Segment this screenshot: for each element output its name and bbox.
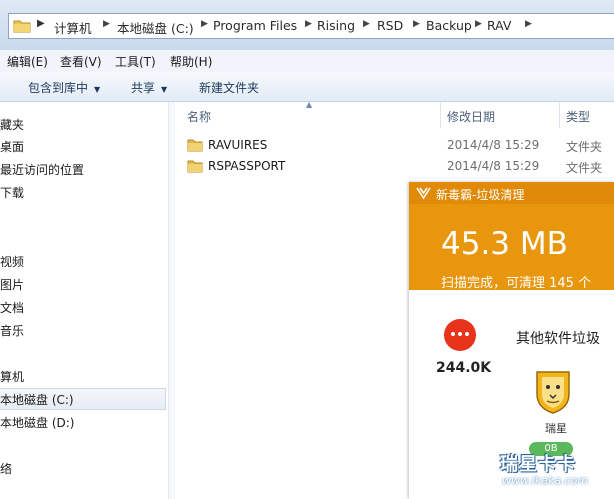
chevron-right-icon[interactable]: ▶	[37, 18, 45, 29]
chevron-right-icon[interactable]: ▶	[363, 19, 370, 29]
menu-edit[interactable]: 编辑(E)	[7, 53, 48, 70]
navigation-pane: 藏夹 桌面 最近访问的位置 下载 视频 图片 文档 音乐 算机 本地磁盘 (C:…	[0, 102, 168, 499]
nav-recent-places[interactable]: 最近访问的位置	[0, 161, 84, 178]
nav-documents[interactable]: 文档	[0, 299, 24, 316]
include-in-library-label: 包含到库中	[28, 81, 89, 95]
chevron-right-icon[interactable]: ▶	[475, 19, 482, 29]
nav-videos[interactable]: 视频	[0, 253, 24, 270]
nav-desktop[interactable]: 桌面	[0, 138, 24, 155]
breadcrumb-backup[interactable]: Backup	[426, 18, 472, 33]
junk-size: 45.3 MB	[441, 226, 568, 262]
chevron-right-icon[interactable]: ▶	[525, 19, 532, 29]
folder-icon	[187, 160, 203, 173]
menu-view[interactable]: 查看(V)	[60, 53, 102, 70]
file-type: 文件夹	[566, 161, 603, 175]
address-bar[interactable]: ▶ 计算机 ▶ 本地磁盘 (C:) ▶ Program Files ▶ Risi…	[8, 13, 614, 39]
file-row[interactable]: RAVUIRES 2014/4/8 15:29 文件夹	[175, 135, 614, 156]
file-type: 文件夹	[566, 140, 603, 154]
breadcrumb-rising[interactable]: Rising	[317, 18, 355, 33]
file-name: RAVUIRES	[208, 138, 268, 152]
folder-icon	[13, 20, 31, 33]
chevron-down-icon: ▼	[161, 85, 168, 94]
menu-tools[interactable]: 工具(T)	[115, 53, 156, 70]
nav-drive-d[interactable]: 本地磁盘 (D:)	[0, 414, 74, 431]
chevron-right-icon[interactable]: ▶	[413, 19, 420, 29]
share-button[interactable]: 共享 ▼	[131, 79, 167, 96]
column-divider[interactable]	[440, 102, 441, 128]
file-row[interactable]: RSPASSPORT 2014/4/8 15:29 文件夹	[175, 156, 614, 177]
menu-help[interactable]: 帮助(H)	[170, 53, 212, 70]
nav-music[interactable]: 音乐	[0, 322, 24, 339]
column-divider[interactable]	[559, 102, 560, 128]
more-icon[interactable]	[444, 319, 476, 351]
breadcrumb-program-files[interactable]: Program Files	[213, 18, 297, 33]
breadcrumb-rsd[interactable]: RSD	[377, 18, 403, 33]
breadcrumb-computer[interactable]: 计算机	[54, 18, 92, 37]
nav-drive-c[interactable]: 本地磁盘 (C:)	[0, 391, 74, 408]
chevron-right-icon[interactable]: ▶	[201, 19, 208, 29]
column-header-type[interactable]: 类型	[566, 108, 590, 125]
scan-status: 扫描完成，可清理 145 个	[441, 276, 592, 291]
new-folder-button[interactable]: 新建文件夹	[199, 79, 259, 96]
nav-downloads[interactable]: 下载	[0, 184, 24, 201]
file-name: RSPASSPORT	[208, 159, 286, 173]
watermark-url: www.ikaka.com	[502, 474, 589, 487]
command-bar: 包含到库中 ▼ 共享 ▼ 新建文件夹	[0, 72, 614, 102]
nav-favorites[interactable]: 藏夹	[0, 116, 24, 133]
include-in-library-button[interactable]: 包含到库中 ▼	[28, 79, 100, 96]
kingsoft-logo-icon	[416, 187, 431, 200]
rising-lion-icon[interactable]	[533, 368, 573, 414]
address-bar-area: ▶ 计算机 ▶ 本地磁盘 (C:) ▶ Program Files ▶ Risi…	[0, 0, 614, 51]
sort-up-icon: ▲	[306, 100, 313, 109]
file-modified: 2014/4/8 15:29	[447, 138, 540, 152]
chevron-right-icon[interactable]: ▶	[103, 19, 110, 29]
pane-splitter[interactable]	[168, 102, 175, 499]
popup-titlebar[interactable]: 新毒霸-垃圾清理	[409, 182, 614, 204]
app-name: 瑞星	[545, 422, 567, 435]
nav-pictures[interactable]: 图片	[0, 276, 24, 293]
chevron-down-icon: ▼	[94, 85, 101, 94]
column-header-modified[interactable]: 修改日期	[447, 108, 495, 125]
share-label: 共享	[131, 81, 156, 95]
category-title: 其他软件垃圾	[516, 331, 600, 347]
watermark-brand: 瑞星卡卡	[500, 454, 576, 475]
column-header-name[interactable]: 名称	[187, 108, 211, 125]
category-total: 244.0K	[436, 360, 492, 376]
file-modified: 2014/4/8 15:29	[447, 159, 540, 173]
chevron-right-icon[interactable]: ▶	[305, 19, 312, 29]
popup-summary: 45.3 MB 扫描完成，可清理 145 个	[409, 204, 614, 291]
nav-computer[interactable]: 算机	[0, 368, 24, 385]
popup-title: 新毒霸-垃圾清理	[436, 188, 525, 202]
watermark: 瑞星卡卡 www.ikaka.com	[478, 448, 614, 494]
menu-bar: 编辑(E) 查看(V) 工具(T) 帮助(H)	[0, 50, 614, 72]
nav-network[interactable]: 络	[0, 460, 12, 477]
folder-icon	[187, 139, 203, 152]
breadcrumb-drive-c[interactable]: 本地磁盘 (C:)	[117, 18, 194, 37]
breadcrumb-rav[interactable]: RAV	[487, 18, 511, 33]
